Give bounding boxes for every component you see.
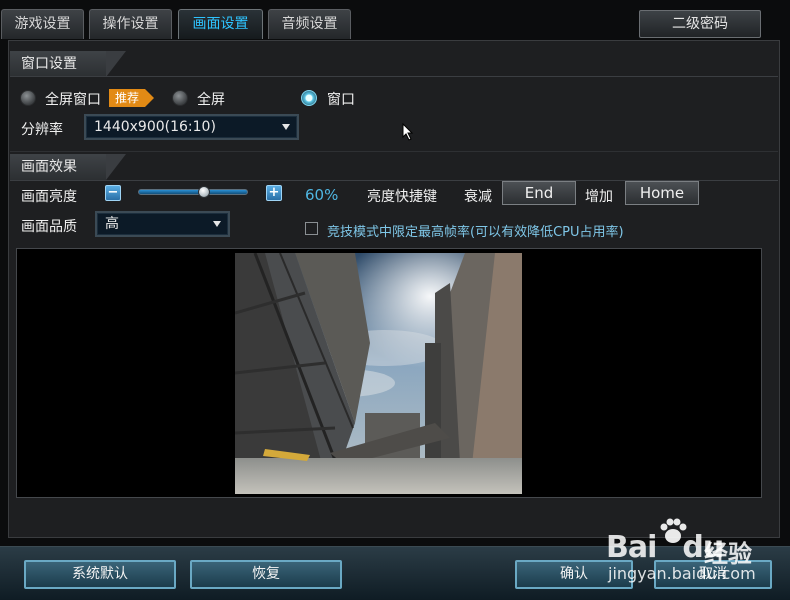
decrease-label: 衰减 (464, 189, 492, 205)
brightness-hotkey-label: 亮度快捷键 (367, 189, 437, 205)
fullscreen-window-label: 全屏窗口 (45, 92, 101, 108)
settings-tab-bar: 游戏设置 操作设置 画面设置 音频设置 二级密码 (0, 0, 790, 40)
resolution-label: 分辨率 (21, 122, 63, 138)
tab-control-settings[interactable]: 操作设置 (89, 9, 172, 39)
radio-windowed[interactable] (301, 90, 317, 106)
second-password-button[interactable]: 二级密码 (639, 10, 761, 38)
restore-button[interactable]: 恢复 (190, 560, 342, 589)
decrease-hotkey-button[interactable]: End (502, 181, 576, 205)
fullscreen-label: 全屏 (197, 92, 225, 108)
tab-display-settings[interactable]: 画面设置 (178, 9, 263, 39)
display-effects-title: 画面效果 (21, 159, 77, 175)
quality-select[interactable]: 高 (95, 211, 230, 237)
divider (10, 151, 778, 152)
brightness-decrease-button[interactable]: − (105, 185, 121, 201)
watermark-url: jingyan.baidu.com (608, 564, 756, 583)
recommend-badge: 推荐 (109, 89, 155, 107)
window-settings-title: 窗口设置 (21, 56, 77, 72)
preview-image (235, 253, 522, 494)
resolution-select[interactable]: 1440x900(16:10) (84, 114, 299, 140)
system-default-button[interactable]: 系统默认 (24, 560, 176, 589)
fps-limit-checkbox[interactable] (305, 222, 318, 235)
watermark: Bai du 经验 jingyan.baidu.com (606, 512, 782, 592)
brightness-label: 画面亮度 (21, 189, 77, 205)
fps-limit-label: 竞技模式中限定最高帧率(可以有效降低CPU占用率) (327, 225, 624, 240)
radio-fullscreen-window[interactable] (20, 90, 36, 106)
radio-fullscreen[interactable] (172, 90, 188, 106)
tab-audio-settings[interactable]: 音频设置 (268, 9, 351, 39)
resolution-value: 1440x900(16:10) (94, 119, 216, 135)
preview-area (16, 248, 762, 498)
quality-value: 高 (105, 216, 119, 232)
display-effects-header: 画面效果 (10, 154, 126, 180)
increase-label: 增加 (585, 189, 613, 205)
minus-icon: − (107, 185, 119, 200)
brightness-value: 60% (305, 186, 339, 204)
brightness-slider-handle[interactable] (198, 186, 210, 198)
brightness-increase-button[interactable]: + (266, 185, 282, 201)
mouse-cursor-icon (402, 123, 414, 141)
chevron-down-icon (282, 124, 290, 130)
tab-game-settings[interactable]: 游戏设置 (1, 9, 84, 39)
windowed-label: 窗口 (327, 92, 355, 108)
brightness-slider[interactable] (138, 189, 248, 195)
settings-panel: 窗口设置 全屏窗口 推荐 全屏 窗口 分辨率 1440x900(16:10) 画… (8, 40, 780, 538)
increase-hotkey-button[interactable]: Home (625, 181, 699, 205)
window-settings-header: 窗口设置 (10, 51, 126, 77)
paw-icon (660, 518, 687, 543)
divider (10, 76, 778, 77)
quality-label: 画面品质 (21, 219, 77, 235)
chevron-down-icon (213, 221, 221, 227)
plus-icon: + (268, 185, 280, 200)
